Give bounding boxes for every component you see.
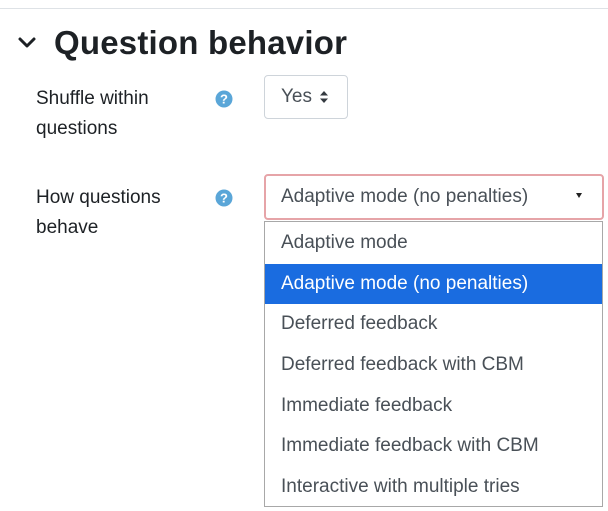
chevron-down-icon[interactable]	[12, 28, 42, 58]
caret-down-icon	[576, 193, 582, 198]
shuffle-label: Shuffle within questions	[36, 84, 206, 144]
behaviour-label-line1: How questions	[36, 187, 161, 208]
quiz-settings-page: Question behavior Shuffle within questio…	[0, 0, 608, 511]
dropdown-option[interactable]: Adaptive mode	[265, 223, 602, 264]
dropdown-option[interactable]: Deferred feedback	[265, 304, 602, 345]
behaviour-label-line2: behave	[36, 217, 99, 238]
svg-text:?: ?	[220, 92, 228, 107]
select-arrows-icon	[320, 91, 328, 103]
shuffle-label-line2: questions	[36, 118, 118, 139]
section-header-question-behavior[interactable]: Question behavior	[12, 20, 347, 66]
shuffle-label-line1: Shuffle within	[36, 88, 149, 109]
section-divider	[0, 8, 608, 9]
dropdown-option[interactable]: Immediate feedback with CBM	[265, 426, 602, 467]
shuffle-select[interactable]: Yes	[264, 75, 348, 119]
question-circle-icon[interactable]: ?	[215, 90, 233, 108]
behaviour-select[interactable]: Adaptive mode (no penalties)	[264, 174, 604, 220]
section-title: Question behavior	[54, 24, 348, 61]
question-circle-icon[interactable]: ?	[215, 189, 233, 207]
behaviour-select-value: Adaptive mode (no penalties)	[281, 186, 529, 207]
svg-text:?: ?	[220, 191, 228, 206]
behaviour-dropdown-list: Adaptive mode Adaptive mode (no penaltie…	[264, 221, 603, 507]
behaviour-label: How questions behave	[36, 183, 206, 243]
dropdown-option[interactable]: Immediate feedback	[265, 385, 602, 426]
dropdown-option[interactable]: Deferred feedback with CBM	[265, 345, 602, 386]
shuffle-select-value: Yes	[281, 86, 312, 107]
dropdown-option[interactable]: Interactive with multiple tries	[265, 467, 602, 508]
dropdown-option-selected[interactable]: Adaptive mode (no penalties)	[265, 263, 602, 305]
